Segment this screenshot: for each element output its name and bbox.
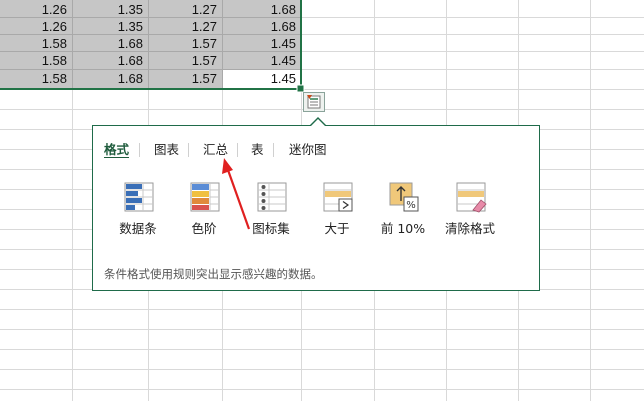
active-cell-value[interactable]: 1.45 (222, 69, 301, 89)
tab-format[interactable]: 格式 (104, 140, 129, 160)
svg-text:%: % (406, 200, 416, 211)
color-scale-button[interactable]: 色阶 (169, 182, 239, 236)
cell[interactable]: 1.57 (148, 69, 222, 89)
tab-divider (139, 143, 140, 157)
cell[interactable]: 1.57 (148, 51, 222, 71)
data-bars-icon (124, 182, 154, 212)
greater-than-button[interactable]: 大于 (302, 182, 372, 236)
tab-sparklines[interactable]: 迷你图 (289, 140, 327, 160)
clear-format-label: 清除格式 (444, 221, 495, 236)
quick-analysis-panel: 格式 图表 汇总 表 迷你图 数据条 色阶 图标集 大于 % 前 10% 清除格… (92, 117, 540, 291)
icon-set-icon (257, 182, 287, 212)
icon-set-label: 图标集 (252, 221, 290, 236)
data-bars-label: 数据条 (119, 221, 157, 236)
cell[interactable]: 1.68 (72, 51, 148, 71)
greater-than-label: 大于 (324, 221, 350, 236)
cell[interactable]: 1.58 (0, 51, 72, 71)
icon-set-button[interactable]: 图标集 (236, 182, 306, 236)
clear-format-icon (456, 182, 487, 213)
top-10-percent-icon: % (389, 182, 419, 212)
tab-divider (188, 143, 189, 157)
data-bars-button[interactable]: 数据条 (103, 182, 173, 236)
greater-than-icon (323, 182, 353, 212)
quick-analysis-tabs: 格式 图表 汇总 表 迷你图 (93, 140, 539, 160)
clear-format-button[interactable]: 清除格式 (435, 182, 505, 236)
top-10-percent-button[interactable]: % 前 10% (368, 182, 438, 236)
panel-pointer-fill (310, 119, 326, 127)
top-10-percent-label: 前 10% (380, 221, 426, 236)
color-scale-icon (190, 182, 220, 212)
quick-analysis-button[interactable] (303, 92, 325, 112)
quick-analysis-icon (307, 95, 321, 109)
tab-charts[interactable]: 图表 (154, 140, 179, 160)
cell[interactable]: 1.58 (0, 69, 72, 89)
cell[interactable]: 1.68 (72, 69, 148, 89)
panel-description: 条件格式使用规则突出显示感兴趣的数据。 (104, 267, 323, 281)
tab-divider (237, 143, 238, 157)
color-scale-label: 色阶 (191, 221, 217, 236)
tab-totals[interactable]: 汇总 (203, 140, 228, 160)
cell[interactable]: 1.45 (222, 51, 301, 71)
tab-tables[interactable]: 表 (251, 140, 264, 160)
tab-divider (273, 143, 274, 157)
